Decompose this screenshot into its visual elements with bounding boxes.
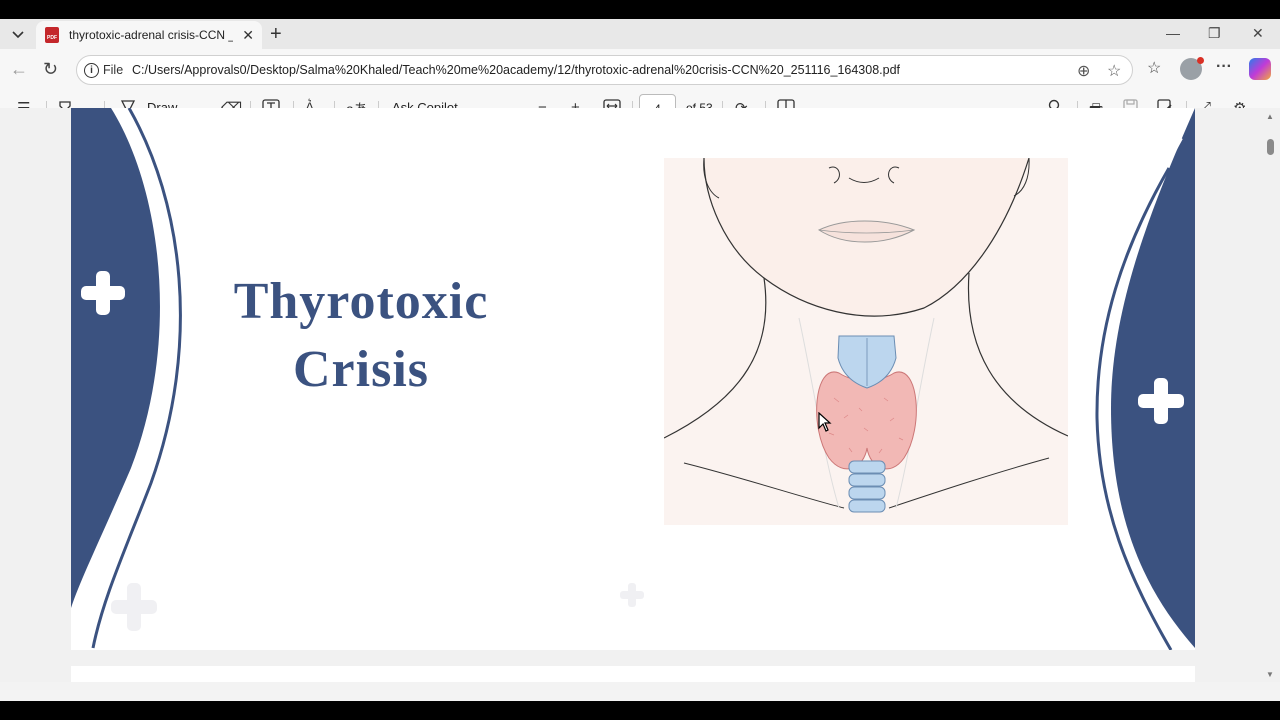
next-pdf-page: [71, 666, 1195, 682]
mouse-cursor-icon: [818, 412, 832, 432]
close-window-icon[interactable]: ✕: [1252, 25, 1264, 42]
bottom-black-bar: [0, 701, 1280, 720]
zoom-icon[interactable]: ⊕: [1077, 61, 1090, 81]
info-icon[interactable]: i: [84, 63, 99, 78]
pdf-page: Thyrotoxic Crisis: [71, 108, 1195, 650]
tab-strip: PDF thyrotoxic-adrenal crisis-CCN _25111…: [0, 19, 1280, 49]
navigation-bar: ← ↻ i File C:/Users/Approvals0/Desktop/S…: [0, 49, 1280, 91]
pdf-file-icon: PDF: [45, 27, 59, 43]
url-text[interactable]: C:/Users/Approvals0/Desktop/Salma%20Khal…: [132, 63, 900, 77]
title-line-2: Crisis: [293, 341, 429, 398]
tab-list-icon[interactable]: [8, 25, 28, 45]
vertical-scrollbar[interactable]: ▲ ▼: [1262, 108, 1280, 682]
address-bar[interactable]: i File C:/Users/Approvals0/Desktop/Salma…: [76, 55, 1133, 85]
slide-title: Thyrotoxic Crisis: [211, 268, 511, 404]
active-tab[interactable]: PDF thyrotoxic-adrenal crisis-CCN _25111…: [36, 21, 262, 49]
title-line-1: Thyrotoxic: [233, 273, 489, 330]
pdf-viewer[interactable]: Thyrotoxic Crisis: [0, 108, 1262, 682]
favorites-icon[interactable]: ☆: [1147, 58, 1161, 78]
restore-icon[interactable]: ❐: [1208, 25, 1221, 42]
thyroid-illustration: [664, 158, 1068, 525]
back-icon[interactable]: ←: [10, 59, 28, 80]
close-icon[interactable]: ✕: [242, 27, 254, 44]
star-icon[interactable]: ☆: [1107, 61, 1121, 81]
scroll-down-icon[interactable]: ▼: [1266, 670, 1274, 679]
scroll-thumb[interactable]: [1267, 139, 1274, 155]
more-icon[interactable]: ···: [1216, 58, 1232, 76]
scroll-up-icon[interactable]: ▲: [1266, 112, 1274, 121]
refresh-icon[interactable]: ↻: [43, 59, 58, 80]
plus-icon[interactable]: +: [270, 23, 282, 46]
tab-title: thyrotoxic-adrenal crisis-CCN _251116_16…: [69, 28, 233, 42]
profile-avatar[interactable]: [1180, 57, 1204, 80]
copilot-icon[interactable]: [1249, 58, 1271, 80]
top-black-bar: [0, 0, 1280, 19]
url-scheme: File: [103, 63, 124, 77]
minimize-icon[interactable]: —: [1166, 25, 1180, 41]
